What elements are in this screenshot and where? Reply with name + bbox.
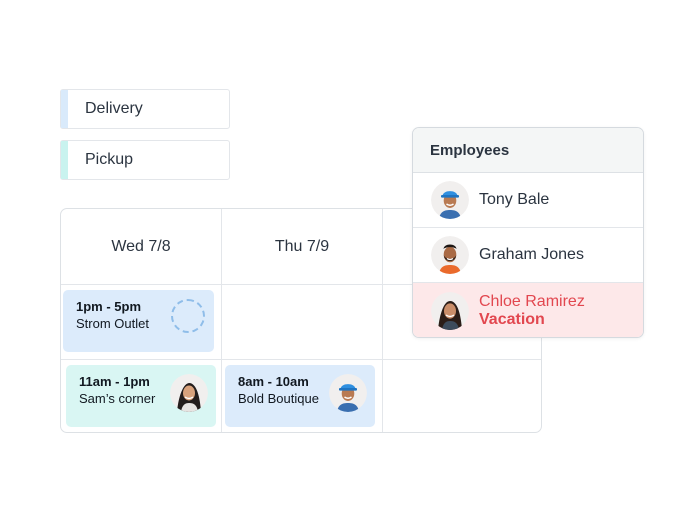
employee-text: Chloe Ramirez Vacation: [479, 293, 585, 329]
grid-divider: [61, 359, 541, 360]
avatar-woman-icon: [431, 292, 469, 330]
employee-name: Tony Bale: [479, 191, 550, 208]
legend-pickup[interactable]: Pickup: [60, 140, 230, 180]
avatar-man-cap-icon: [329, 374, 367, 412]
column-header-thu: Thu 7/9: [274, 237, 330, 255]
avatar: [431, 181, 469, 219]
shift-card[interactable]: 11am - 1pm Sam’s corner: [66, 365, 216, 427]
column-header-wed: Wed 7/8: [111, 237, 171, 255]
open-assignment-slot[interactable]: [171, 299, 205, 333]
employees-panel: Employees Tony Bale Graham Jones Chloe R…: [412, 127, 644, 338]
grid-divider: [221, 209, 222, 432]
avatar-man-beard-icon: [431, 236, 469, 274]
shift-card[interactable]: 1pm - 5pm Strom Outlet: [63, 290, 214, 352]
avatar-man-cap-icon: [431, 181, 469, 219]
legend-pickup-label: Pickup: [85, 151, 134, 168]
employee-row[interactable]: Graham Jones: [413, 228, 643, 283]
delivery-swatch: [61, 90, 68, 128]
employee-name: Chloe Ramirez: [479, 293, 585, 310]
scheduler-canvas: Delivery Pickup Wed 7/8 Thu 7/9 1pm - 5p…: [0, 0, 700, 512]
avatar-woman-icon: [170, 374, 208, 412]
shift-card[interactable]: 8am - 10am Bold Boutique: [225, 365, 375, 427]
avatar: [329, 374, 367, 412]
legend-delivery[interactable]: Delivery: [60, 89, 230, 129]
vacation-status: Vacation: [479, 311, 545, 328]
employee-name: Graham Jones: [479, 246, 584, 263]
grid-divider: [382, 209, 383, 432]
employee-row-vacation[interactable]: Chloe Ramirez Vacation: [413, 283, 643, 337]
avatar: [431, 292, 469, 330]
legend-delivery-label: Delivery: [85, 100, 143, 117]
employee-row[interactable]: Tony Bale: [413, 173, 643, 228]
avatar: [170, 374, 208, 412]
avatar: [431, 236, 469, 274]
pickup-swatch: [61, 141, 68, 179]
employees-panel-title: Employees: [413, 128, 643, 173]
